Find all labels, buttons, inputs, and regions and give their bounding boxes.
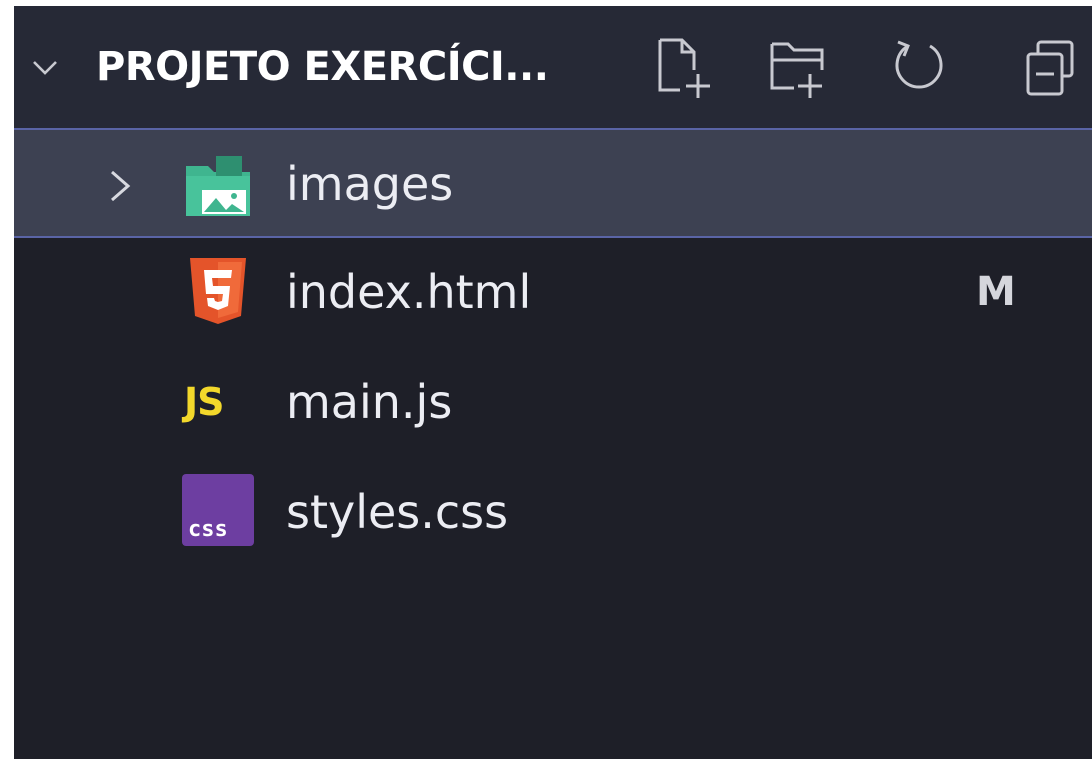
tree-item-label: styles.css	[286, 485, 509, 539]
css-icon: css	[182, 474, 254, 546]
explorer-section-header[interactable]: PROJETO EXERCÍCI...	[14, 6, 1092, 128]
collapse-all-button[interactable]	[1022, 34, 1088, 104]
tree-item-images[interactable]: images	[14, 128, 1092, 238]
chevron-down-icon[interactable]	[30, 52, 60, 82]
refresh-button[interactable]	[886, 34, 952, 104]
html5-icon	[190, 258, 246, 324]
chevron-right-icon[interactable]	[106, 168, 136, 204]
file-explorer: PROJETO EXERCÍCI... images index.html M …	[14, 6, 1092, 759]
tree-item-label: index.html	[286, 265, 532, 319]
new-file-button[interactable]	[654, 34, 720, 104]
section-title[interactable]: PROJETO EXERCÍCI...	[96, 42, 549, 92]
collapse-all-icon	[1026, 40, 1074, 96]
image-folder-icon	[186, 156, 250, 216]
tree-item-label: main.js	[286, 375, 453, 429]
new-folder-button[interactable]	[766, 34, 832, 104]
javascript-icon: JS	[184, 380, 225, 424]
new-file-icon	[658, 38, 710, 98]
css-icon-text: css	[188, 517, 228, 542]
refresh-icon	[895, 40, 943, 89]
tree-item-label: images	[286, 157, 454, 211]
git-modified-badge: M	[976, 269, 1016, 315]
new-folder-icon	[770, 42, 824, 98]
tree-item-index-html[interactable]: index.html M	[14, 238, 1092, 348]
tree-item-main-js[interactable]: JS main.js	[14, 348, 1092, 458]
tree-item-styles-css[interactable]: css styles.css	[14, 458, 1092, 568]
